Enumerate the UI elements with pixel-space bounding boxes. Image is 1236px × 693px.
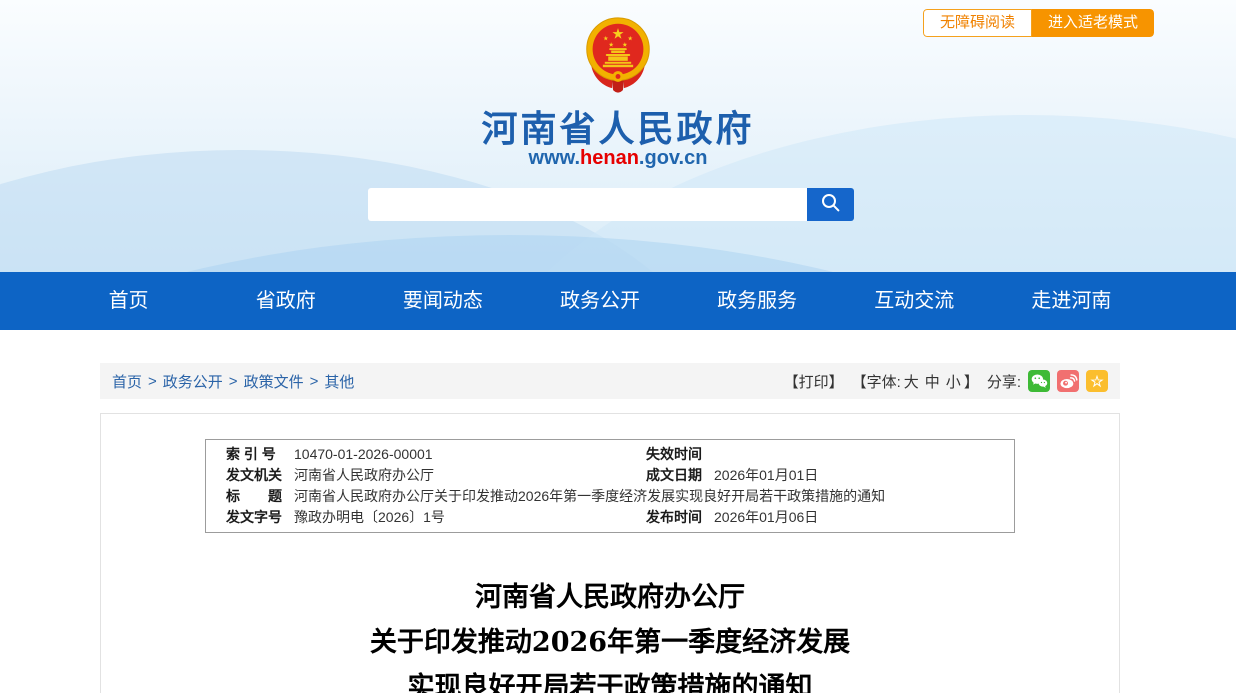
document-title-line-2: 关于印发推动2026年第一季度经济发展 — [369, 627, 851, 658]
search-icon — [819, 191, 843, 218]
meta-row-title: 标 题 河南省人民政府办公厅关于印发推动2026年第一季度经济发展实现良好开局若… — [206, 486, 1014, 507]
breadcrumb-separator: > — [228, 372, 238, 390]
page-tools: 【打印】 【字体: 大中小】 分享: — [776, 370, 1108, 392]
nav-item-news[interactable]: 要闻动态 — [364, 272, 521, 330]
meta-value-document-number: 豫政办明电〔2026〕1号 — [294, 509, 445, 525]
meta-value-title: 河南省人民政府办公厅关于印发推动2026年第一季度经济发展实现良好开局若干政策措… — [294, 488, 886, 504]
meta-label-issue-date: 成文日期 — [646, 467, 702, 483]
breadcrumb: 首页 > 政务公开 > 政策文件 > 其他 — [112, 371, 354, 392]
search-bar — [368, 188, 854, 221]
meta-row-index: 索 引 号 10470-01-2026-00001 失效时间 — [206, 444, 1014, 465]
site-url-prefix: www. — [528, 147, 581, 169]
meta-value-issuing-agency: 河南省人民政府办公厅 — [294, 467, 434, 483]
meta-value-issue-date: 2026年01月01日 — [714, 467, 819, 483]
nav-item-interaction[interactable]: 互动交流 — [836, 272, 993, 330]
elder-mode-button[interactable]: 进入适老模式 — [1031, 9, 1154, 37]
header-mode-buttons: 无障碍阅读 进入适老模式 — [922, 9, 1154, 37]
meta-label-document-number: 发文字号 — [226, 509, 282, 525]
search-input[interactable] — [368, 188, 807, 221]
china-national-emblem-icon — [578, 12, 658, 96]
weibo-icon[interactable] — [1057, 370, 1079, 392]
nav-item-government-services[interactable]: 政务服务 — [679, 272, 836, 330]
font-size-suffix: 】 — [963, 373, 979, 391]
meta-value-publish-date: 2026年01月06日 — [714, 509, 819, 525]
font-size-small-button[interactable]: 小 — [946, 374, 961, 391]
breadcrumb-home[interactable]: 首页 — [112, 371, 142, 392]
site-url-suffix: .gov.cn — [638, 147, 708, 169]
meta-label-publish-date: 发布时间 — [646, 509, 702, 525]
document-title-line-3: 实现良好开局若干政策措施的通知 — [407, 672, 813, 693]
meta-label-index-number: 索 引 号 — [226, 446, 276, 462]
font-size-controls: 【字体: 大中小】 — [852, 371, 979, 392]
font-size-prefix: 【字体: — [851, 373, 901, 391]
meta-row-issuing-agency: 发文机关 河南省人民政府办公厅 成文日期 2026年01月01日 — [206, 465, 1014, 486]
accessibility-reading-button[interactable]: 无障碍阅读 — [922, 9, 1032, 37]
site-header: 无障碍阅读 进入适老模式 河南省人民政府 www.henan.gov.cn — [0, 0, 1236, 272]
search-button[interactable] — [807, 188, 854, 221]
site-title: 河南省人民政府 — [481, 108, 755, 149]
site-url: www.henan.gov.cn — [0, 147, 1236, 170]
nav-item-government-affairs[interactable]: 政务公开 — [521, 272, 678, 330]
document-content-panel: 索 引 号 10470-01-2026-00001 失效时间 发文机关 河南省人… — [100, 413, 1120, 693]
breadcrumb-policy-documents[interactable]: 政策文件 — [244, 371, 304, 392]
breadcrumb-bar: 首页 > 政务公开 > 政策文件 > 其他 【打印】 【字体: 大中小】 分享: — [100, 363, 1120, 399]
font-size-large-button[interactable]: 大 — [904, 374, 919, 391]
document-title-line-1: 河南省人民政府办公厅 — [475, 582, 745, 613]
font-size-medium-button[interactable]: 中 — [925, 374, 940, 391]
breadcrumb-separator: > — [309, 372, 319, 390]
meta-label-expiry-date: 失效时间 — [646, 446, 702, 462]
breadcrumb-separator: > — [148, 372, 157, 390]
print-button[interactable]: 【打印】 — [784, 371, 844, 392]
document-title: 河南省人民政府办公厅 关于印发推动2026年第一季度经济发展 实现良好开局若干政… — [101, 575, 1119, 693]
nav-item-provincial-government[interactable]: 省政府 — [207, 272, 364, 330]
meta-label-issuing-agency: 发文机关 — [226, 467, 282, 483]
meta-row-document-number: 发文字号 豫政办明电〔2026〕1号 发布时间 2026年01月06日 — [206, 507, 1014, 528]
nav-item-into-henan[interactable]: 走进河南 — [993, 272, 1150, 330]
main-navigation: 首页 省政府 要闻动态 政务公开 政务服务 互动交流 走进河南 — [0, 272, 1236, 330]
site-url-highlight: henan — [580, 147, 639, 169]
share-label: 分享: — [986, 373, 1021, 391]
breadcrumb-government-affairs[interactable]: 政务公开 — [163, 371, 223, 392]
favorite-star-icon[interactable] — [1086, 370, 1108, 392]
wechat-icon[interactable] — [1028, 370, 1050, 392]
meta-value-index-number: 10470-01-2026-00001 — [294, 446, 433, 462]
document-meta-table: 索 引 号 10470-01-2026-00001 失效时间 发文机关 河南省人… — [205, 439, 1015, 533]
nav-item-home[interactable]: 首页 — [50, 272, 207, 330]
meta-label-title: 标 题 — [226, 488, 282, 504]
breadcrumb-other[interactable]: 其他 — [324, 371, 354, 392]
